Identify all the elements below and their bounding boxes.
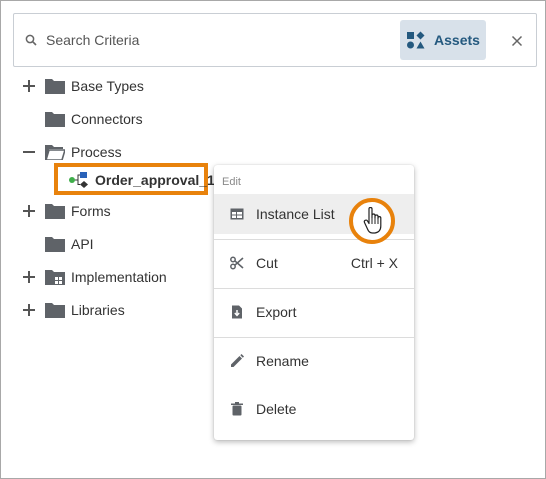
expand-plus-icon[interactable] [22,303,36,317]
scissors-icon [230,256,244,270]
expand-plus-icon[interactable] [22,79,36,93]
menu-item-rename[interactable]: Rename [214,341,414,381]
folder-grid-icon [45,270,65,285]
tree-item-base-types[interactable]: Base Types [71,75,144,97]
menu-item-delete[interactable]: Delete [214,389,414,429]
menu-section-header: Edit [222,176,241,188]
tree-item-libraries[interactable]: Libraries [71,299,125,321]
folder-icon [45,303,65,318]
tree-item-order-approval[interactable]: Order_approval_1 [95,172,215,188]
folder-icon [45,79,65,94]
menu-item-label: Delete [256,401,297,417]
hand-pointer-icon [363,207,382,234]
menu-item-label: Instance List [256,206,335,222]
menu-item-cut[interactable]: Cut Ctrl + X [214,243,414,283]
menu-item-label: Rename [256,353,309,369]
pencil-icon [231,354,244,367]
menu-divider [214,288,414,289]
trash-icon [231,402,243,416]
tree-item-implementation[interactable]: Implementation [71,266,167,288]
folder-icon [45,204,65,219]
menu-item-label: Cut [256,255,278,271]
menu-item-label: Export [256,304,297,320]
tree-item-forms[interactable]: Forms [71,200,111,222]
tree-item-connectors[interactable]: Connectors [71,108,143,130]
menu-item-shortcut: Ctrl + X [350,255,398,271]
menu-item-export[interactable]: Export [214,292,414,332]
tree-item-api[interactable]: API [71,233,94,255]
process-icon [69,172,88,188]
export-icon [232,305,242,319]
tree-item-process[interactable]: Process [71,141,122,163]
folder-icon [45,237,65,252]
expand-plus-icon[interactable] [22,204,36,218]
menu-divider [214,337,414,338]
folder-icon [45,112,65,127]
folder-open-icon [45,145,65,160]
expand-plus-icon[interactable] [22,270,36,284]
table-icon [230,208,244,220]
collapse-minus-icon[interactable] [22,145,36,159]
